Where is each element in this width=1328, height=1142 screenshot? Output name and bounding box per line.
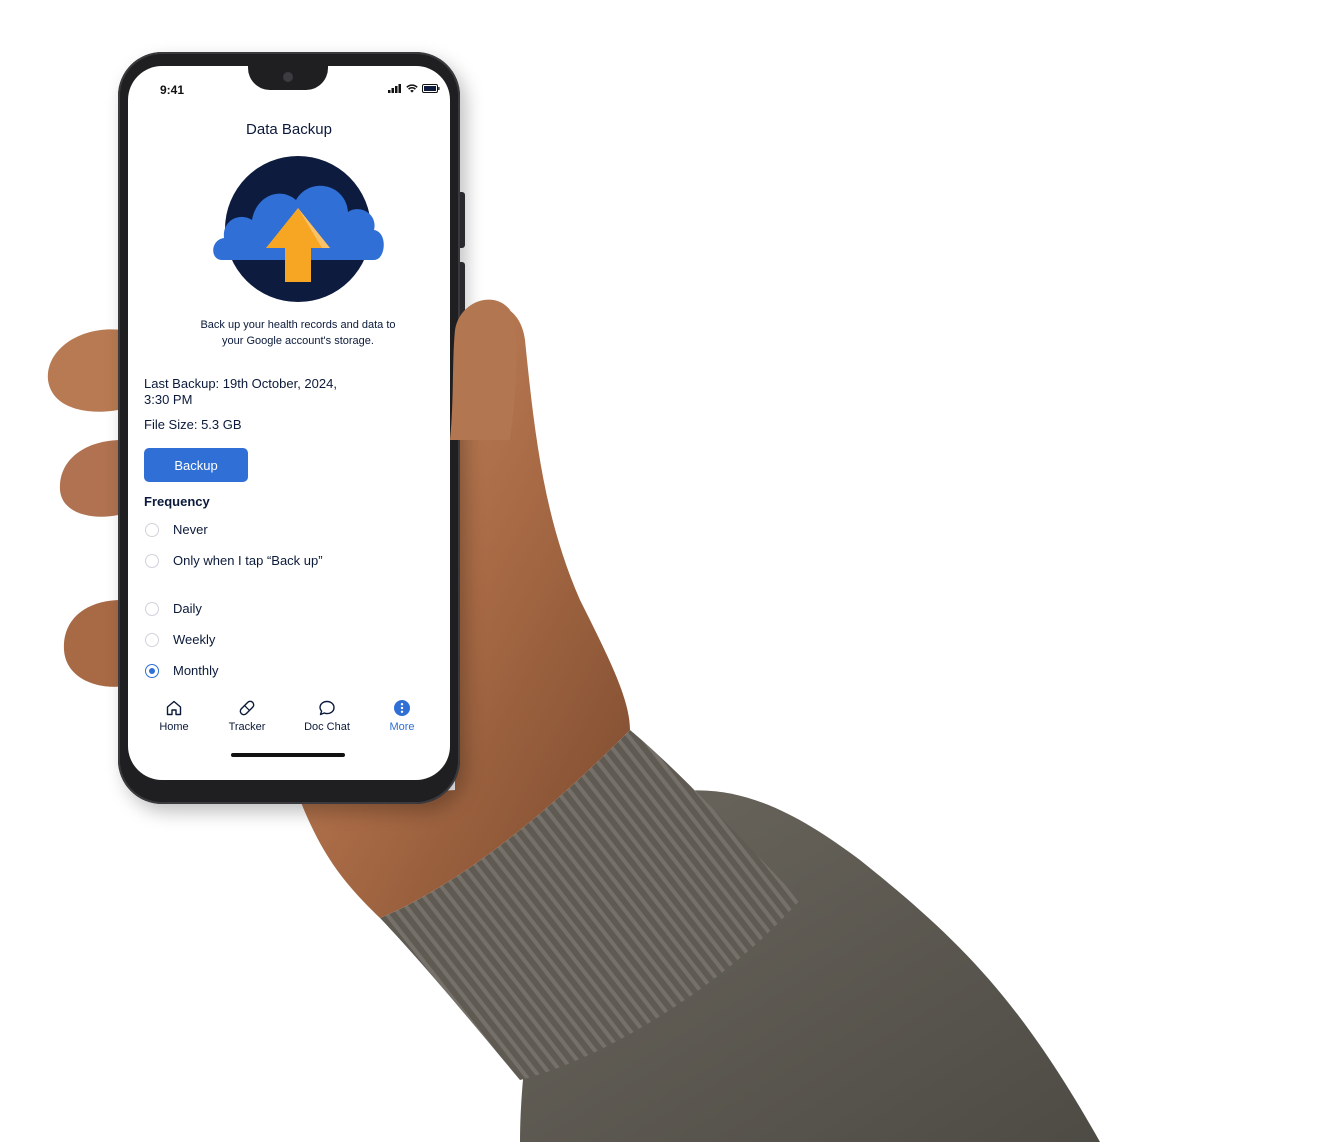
page-title: Data Backup (246, 121, 332, 138)
tab-label: Home (159, 721, 189, 733)
power-button (460, 192, 465, 248)
frequency-option-label: Only when I tap “Back up” (173, 553, 323, 568)
frequency-option-daily[interactable]: Daily (145, 601, 323, 617)
app-screen: 9:41 Data Backup Back up your health rec… (128, 66, 450, 780)
frequency-option-label: Weekly (173, 632, 216, 647)
file-size-text: File Size: 5.3 GB (144, 417, 242, 432)
bottom-tab-bar: Home Tracker Doc Chat More (128, 698, 450, 742)
home-indicator[interactable] (231, 753, 345, 757)
frequency-option-never[interactable]: Never (145, 522, 323, 538)
tab-more[interactable]: More (367, 698, 437, 733)
frequency-label: Frequency (144, 494, 210, 509)
tab-tracker[interactable]: Tracker (212, 698, 282, 733)
frequency-option-weekly[interactable]: Weekly (145, 632, 323, 648)
tab-label: Doc Chat (304, 721, 350, 733)
frequency-option-label: Never (173, 522, 208, 537)
backup-button[interactable]: Backup (144, 448, 248, 482)
frequency-option-label: Monthly (173, 663, 219, 678)
status-icons (388, 84, 440, 93)
frequency-option-monthly[interactable]: Monthly (145, 663, 323, 679)
front-camera (283, 72, 293, 82)
frequency-option-manual[interactable]: Only when I tap “Back up” (145, 553, 323, 569)
last-backup-text: Last Backup: 19th October, 2024, 3:30 PM (144, 376, 337, 407)
radio-button[interactable] (145, 554, 159, 568)
thumb-illustration (450, 299, 517, 440)
chat-bubble-icon (318, 698, 336, 718)
more-icon (393, 698, 411, 718)
bandage-icon (238, 698, 256, 718)
status-time: 9:41 (160, 83, 185, 97)
battery-icon (422, 84, 440, 93)
backup-description: Back up your health records and data to … (200, 319, 396, 347)
tab-label: More (389, 721, 415, 733)
camera-notch (248, 66, 328, 90)
tab-label: Tracker (228, 721, 266, 733)
home-icon (165, 698, 183, 718)
radio-button[interactable] (145, 523, 159, 537)
frequency-option-label: Daily (173, 601, 202, 616)
radio-button-selected[interactable] (145, 664, 159, 678)
tab-doc-chat[interactable]: Doc Chat (292, 698, 362, 733)
tab-home[interactable]: Home (139, 698, 209, 733)
radio-button[interactable] (145, 633, 159, 647)
cloud-upload-icon (213, 156, 384, 302)
cloud-upload-illustration (210, 156, 386, 307)
signal-icon (388, 84, 401, 93)
wifi-icon (406, 84, 418, 93)
radio-button[interactable] (145, 602, 159, 616)
